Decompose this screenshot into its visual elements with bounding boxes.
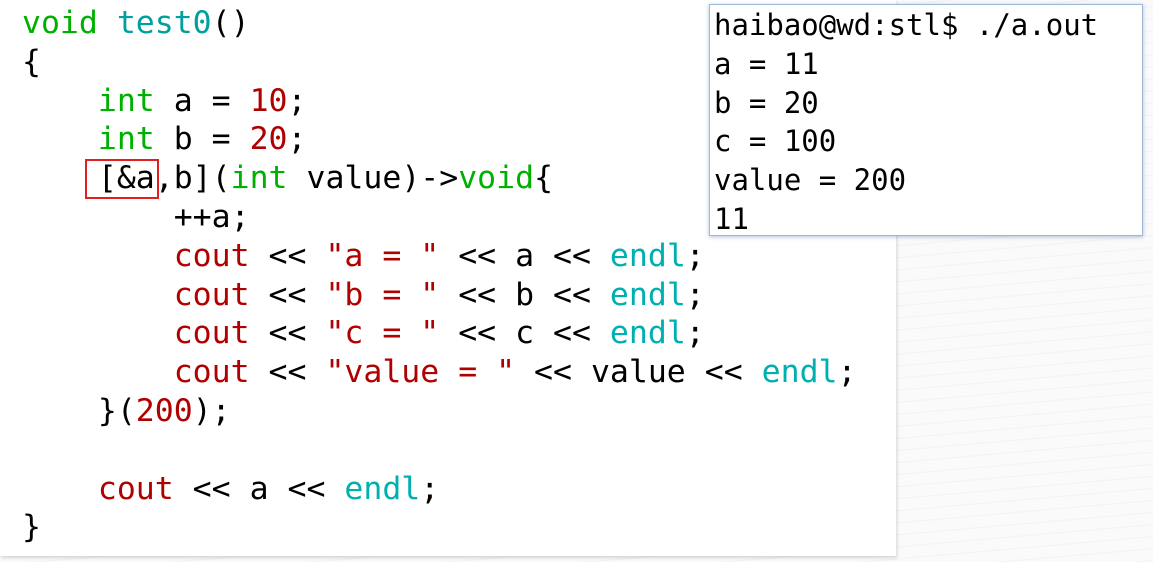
code-string: "a = " [325,237,440,274]
code-text: b = [154,121,250,158]
code-keyword: int [230,160,288,197]
code-text: } [22,509,41,546]
code-text: ; [420,470,440,507]
code-text: { [534,160,554,197]
code-endl: endl [761,354,838,391]
code-text: ; [685,237,705,274]
code-line: cout << "b = " << b << endl; [22,276,856,315]
code-endl: endl [609,276,686,313]
code-string: "value = " [325,354,516,391]
code-line: cout << "a = " << a << endl; [22,237,856,276]
code-line: cout << "value = " << value << endl; [22,353,857,392]
code-text: ; [837,354,857,391]
code-text: << c << [439,315,610,352]
code-line: cout << "c = " << c << endl; [22,314,856,353]
code-line: cout << a << endl; [22,470,856,509]
code-keyword: int [97,82,155,119]
code-keyword: int [97,121,155,158]
code-text: [&a,b]( [22,160,231,197]
code-stream: cout [173,276,250,313]
code-keyword: void [22,5,98,41]
code-text: () [211,5,250,41]
terminal-line: a = 11 [714,46,819,81]
code-string: "b = " [325,276,440,313]
code-text: ; [287,82,307,119]
code-text: << [249,315,326,352]
code-stream: cout [173,354,250,391]
code-stream: cout [173,315,250,352]
terminal-output: haibao@wd:stl$ ./a.out a = 11 b = 20 c = 10… [714,6,1098,239]
code-function-name: test0 [116,5,212,41]
code-text: << value << [515,354,762,391]
terminal-line: value = 200 [714,163,907,198]
code-text: a = [154,82,250,119]
code-stream: cout [97,470,174,507]
code-text: << a << [439,237,610,274]
code-endl: endl [609,237,686,274]
code-text: << b << [439,276,610,313]
code-text: ; [287,121,307,158]
code-text: }( [22,392,136,429]
code-keyword: void [458,160,535,197]
code-line: }(200); [22,392,856,431]
code-number: 20 [249,121,288,158]
code-text: ; [685,315,705,352]
code-endl: endl [609,315,686,352]
terminal-line: 11 [714,201,749,236]
code-endl: endl [344,470,421,507]
code-number: 200 [135,392,193,429]
code-text: value)-> [287,160,459,197]
code-text: { [22,43,41,80]
code-text: << [249,237,326,274]
terminal-line: haibao@wd:stl$ ./a.out [714,8,1099,42]
code-text: ++a; [22,198,250,235]
code-line: } [22,508,856,547]
code-number: 10 [249,82,288,119]
code-text: ; [685,276,705,313]
code-text: << [249,276,326,313]
code-stream: cout [173,237,250,274]
terminal-line: c = 100 [714,124,837,159]
code-text: ); [192,392,231,429]
code-text: << a << [173,470,345,507]
code-string: "c = " [325,315,440,352]
terminal-output-panel: haibao@wd:stl$ ./a.out a = 11 b = 20 c = 10… [709,4,1143,236]
code-text: << [249,354,326,391]
terminal-line: b = 20 [714,85,819,120]
